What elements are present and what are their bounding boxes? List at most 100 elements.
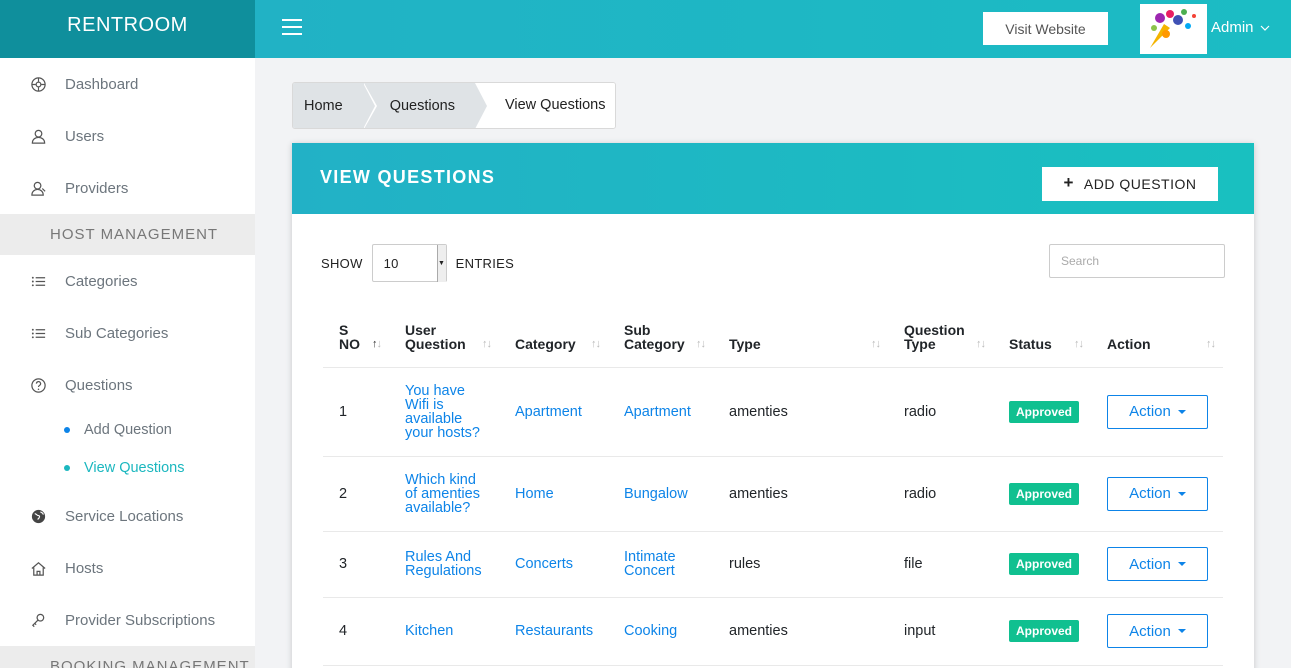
category-link-cell: Concerts xyxy=(499,531,608,598)
status-badge: Approved xyxy=(1009,620,1080,642)
visit-website-button[interactable]: Visit Website xyxy=(983,12,1108,45)
subcategory-link-line: Intimate xyxy=(624,549,676,565)
question-type-value: radio xyxy=(904,485,937,502)
breadcrumb-home[interactable]: Home xyxy=(293,83,377,128)
brand-logo[interactable]: RENTROOM xyxy=(0,0,255,58)
category-link[interactable]: Restaurants xyxy=(515,623,593,639)
status-badge: Approved xyxy=(1009,400,1080,423)
nav-label: Dashboard xyxy=(65,75,139,93)
question-type-value-cell: file xyxy=(888,531,993,598)
subcategory-link[interactable]: Apartment xyxy=(624,403,713,420)
column-header[interactable]: Type ↑↓ xyxy=(713,308,888,368)
caret-down-icon xyxy=(1177,562,1186,566)
column-header[interactable]: User Question ↑↓ xyxy=(389,308,499,368)
sidebar-item-dashboard[interactable]: Dashboard xyxy=(0,58,255,110)
subcategory-link-line: Apartment xyxy=(624,403,691,420)
admin-label: Admin xyxy=(1211,19,1254,36)
question-link-cell: Which kind of amenties available? xyxy=(389,456,499,532)
action-dropdown-button[interactable]: Action xyxy=(1107,394,1208,429)
action-cell: Action xyxy=(1091,456,1223,532)
breadcrumb-questions[interactable]: Questions xyxy=(362,83,490,128)
subcategory-link[interactable]: Intimate Concert xyxy=(624,549,713,579)
question-link-line: of amenties xyxy=(405,485,480,502)
question-link-line: Wifi is xyxy=(405,396,444,413)
caret-down-icon xyxy=(1177,409,1186,414)
action-dropdown-button[interactable]: Action xyxy=(1107,614,1208,648)
sidebar-subitem-view-questions[interactable]: View Questions xyxy=(0,449,255,487)
card-header: VIEW QUESTIONS + ADD QUESTION xyxy=(292,143,1254,214)
category-link[interactable]: Concerts xyxy=(515,556,573,572)
table-row: 4 Kitchen Restaurants Cooking amenties input A… xyxy=(323,597,1223,666)
list-icon xyxy=(29,272,47,290)
subcategory-link[interactable]: Cooking xyxy=(624,623,713,639)
column-header[interactable]: Category ↑↓ xyxy=(499,308,608,368)
subcategory-link-line: Bungalow xyxy=(624,485,688,502)
header-label: User xyxy=(405,321,437,338)
row-number: 1 xyxy=(339,403,348,420)
action-dropdown-button[interactable]: Action xyxy=(1107,476,1208,511)
row-number: 2 xyxy=(339,485,348,502)
header-label: Sub xyxy=(624,321,651,338)
sidebar-item-users[interactable]: Users xyxy=(0,110,255,162)
category-link-cell: Apartment xyxy=(499,367,608,457)
admin-menu[interactable]: Admin xyxy=(1211,19,1270,36)
sidebar-subitem-add-question[interactable]: Add Question xyxy=(0,411,255,449)
question-link-line: Rules And xyxy=(405,549,472,565)
plus-icon: + xyxy=(1063,173,1074,192)
add-question-button[interactable]: + ADD QUESTION xyxy=(1042,167,1218,201)
category-link[interactable]: Apartment xyxy=(515,404,582,420)
row-number-cell: 2 xyxy=(323,456,389,532)
subcategory-link-cell: Cooking xyxy=(608,597,713,666)
action-dropdown-button[interactable]: Action xyxy=(1107,547,1208,581)
home-icon xyxy=(29,559,47,577)
sidebar-item-categories[interactable]: Categories xyxy=(0,255,255,307)
header-label: NO xyxy=(339,335,360,352)
entries-select[interactable]: 10 ▼ xyxy=(371,244,447,282)
sidebar-item-provider-subscriptions[interactable]: Provider Subscriptions xyxy=(0,594,255,646)
subcategory-link[interactable]: Bungalow xyxy=(624,485,713,502)
status-cell: Approved xyxy=(993,597,1091,666)
sidebar-item-questions[interactable]: Questions xyxy=(0,359,255,411)
subcategory-link-cell: Intimate Concert xyxy=(608,531,713,598)
question-type-value-cell: input xyxy=(888,597,993,666)
category-link-cell: Home xyxy=(499,456,608,532)
add-question-label: ADD QUESTION xyxy=(1083,176,1197,192)
action-cell: Action xyxy=(1091,531,1223,598)
column-header[interactable]: Status ↑↓ xyxy=(993,308,1091,368)
sort-icon: ↑↓ xyxy=(591,337,601,350)
question-link[interactable]: You have Wifi is available your hosts? xyxy=(405,383,499,441)
menu-toggle-icon[interactable] xyxy=(282,19,302,37)
type-value: amenties xyxy=(729,623,788,639)
column-header[interactable]: Action ↑↓ xyxy=(1091,308,1223,368)
category-link[interactable]: Home xyxy=(515,486,554,502)
dashboard-icon xyxy=(29,75,47,93)
action-cell: Action xyxy=(1091,597,1223,666)
column-header[interactable]: Question Type ↑↓ xyxy=(888,308,993,368)
column-header[interactable]: S NO ↑↓ xyxy=(323,308,389,368)
sidebar-item-sub-categories[interactable]: Sub Categories xyxy=(0,307,255,359)
table-row: 2 Which kind of amenties available? Home Bung… xyxy=(323,456,1223,532)
question-link-line: your hosts? xyxy=(405,424,480,441)
question-link-cell: You have Wifi is available your hosts? xyxy=(389,367,499,457)
sidebar-item-service-locations[interactable]: Service Locations xyxy=(0,490,255,542)
nav-label: Providers xyxy=(65,179,129,197)
sidebar-item-hosts[interactable]: Hosts xyxy=(0,542,255,594)
bullet-icon xyxy=(64,427,70,433)
question-link[interactable]: Rules And Regulations xyxy=(405,549,499,579)
action-label: Action xyxy=(1129,555,1171,573)
status-cell: Approved xyxy=(993,531,1091,598)
action-cell: Action xyxy=(1091,367,1223,457)
search-input[interactable] xyxy=(1049,244,1225,278)
sidebar-item-providers[interactable]: Providers xyxy=(0,162,255,214)
question-icon xyxy=(29,376,47,394)
subcategory-link-line: Cooking xyxy=(624,623,678,639)
question-link[interactable]: Which kind of amenties available? xyxy=(405,472,499,515)
question-link[interactable]: Kitchen xyxy=(405,624,499,639)
column-header[interactable]: Sub Category ↑↓ xyxy=(608,308,713,368)
avatar[interactable] xyxy=(1140,4,1207,54)
sort-icon: ↑↓ xyxy=(372,337,382,350)
caret-down-icon xyxy=(1177,491,1186,496)
sub-label: Add Question xyxy=(84,422,172,438)
section-booking-management: BOOKING MANAGEMENT xyxy=(0,646,255,668)
entries-label: ENTRIES xyxy=(455,255,515,271)
